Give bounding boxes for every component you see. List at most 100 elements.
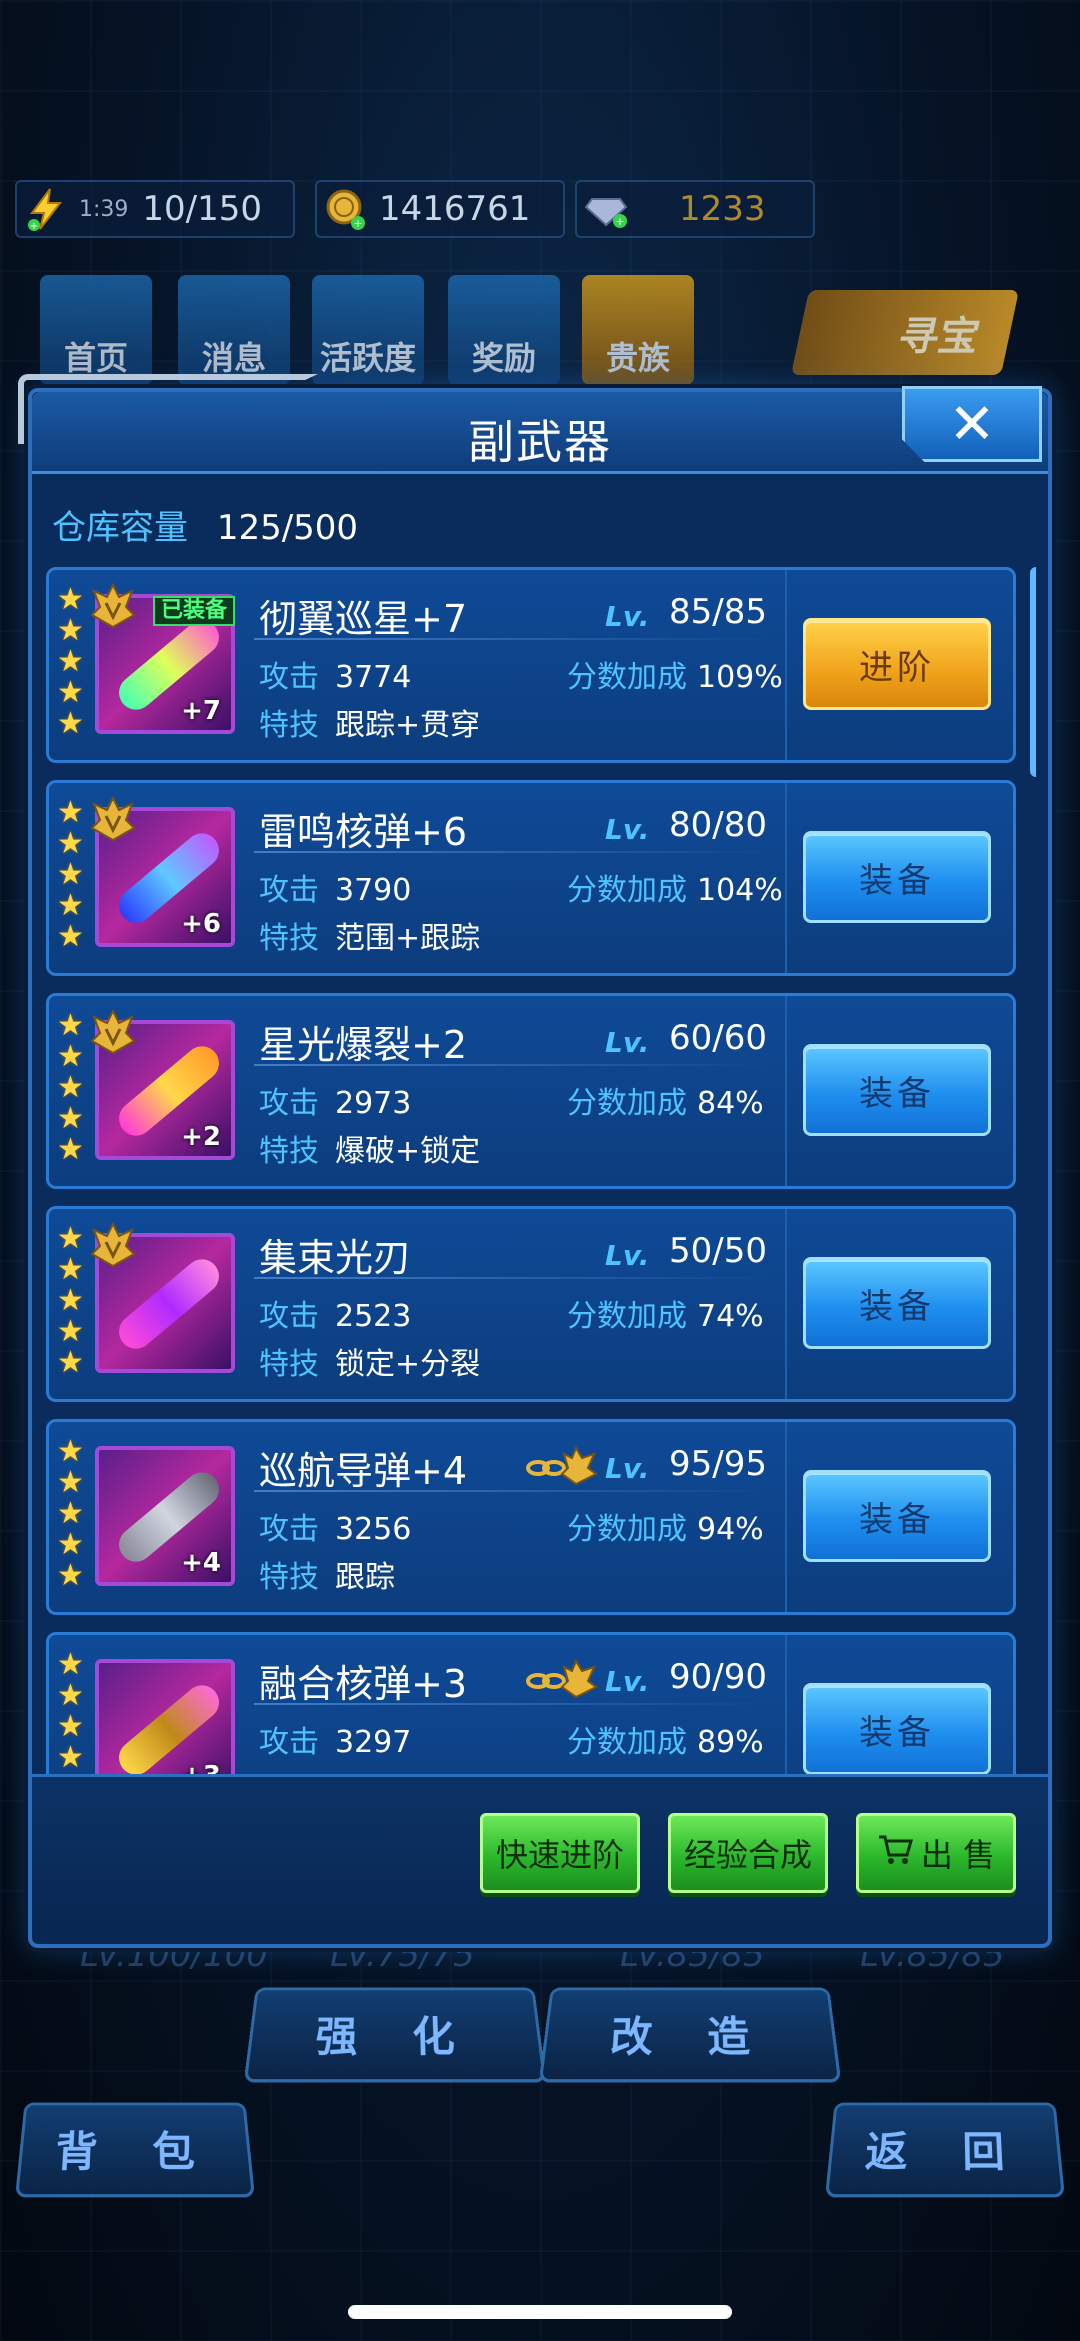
equip-button[interactable]: 装备 bbox=[803, 831, 991, 923]
nav-rewards[interactable]: 奖励 bbox=[448, 275, 560, 385]
weapon-item[interactable]: ★★★★★ +3 融合核弹+3 Lv. 90/90 攻击 3297 分数加成 89% bbox=[46, 1632, 1016, 1775]
top-nav: 首页 消息 活跃度 奖励 贵族 寻宝 bbox=[40, 275, 1040, 385]
nav-noble[interactable]: 贵族 bbox=[582, 275, 694, 385]
bonus-value: 109% bbox=[697, 660, 783, 695]
equip-button[interactable]: 装备 bbox=[803, 1257, 991, 1349]
quick-upgrade-label: 快速进阶 bbox=[495, 1836, 624, 1874]
star-rating: ★★★★★ bbox=[57, 797, 91, 952]
weapon-name: 巡航导弹+4 bbox=[259, 1449, 468, 1493]
skill-label: 特技 bbox=[259, 1134, 319, 1169]
bonus-row: 分数加成 89% bbox=[567, 1717, 764, 1761]
item-action-area: 进阶 bbox=[785, 570, 1013, 760]
weapon-name: 集束光刃 bbox=[259, 1236, 412, 1280]
enhance-level: +4 bbox=[181, 1548, 221, 1578]
sell-button[interactable]: 出 售 bbox=[856, 1813, 1016, 1893]
star-icon: ★ bbox=[57, 1678, 84, 1713]
bonus-row: 分数加成 94% bbox=[567, 1504, 764, 1548]
name-divider bbox=[254, 638, 774, 640]
weapon-item[interactable]: ★ ★ ★ ★ ★ +4 巡航导弹+4 Lv. 95/95 攻击 3256 分数加成 94% bbox=[46, 1419, 1016, 1615]
equip-button[interactable]: 装备 bbox=[803, 1470, 991, 1562]
attack-value: 3256 bbox=[335, 1512, 412, 1547]
nav-activity[interactable]: 活跃度 bbox=[312, 275, 424, 385]
attack-label: 攻击 bbox=[259, 1725, 319, 1760]
attack-label: 攻击 bbox=[259, 873, 319, 908]
star-icon: ★ bbox=[57, 1345, 84, 1380]
skill-label: 特技 bbox=[259, 1347, 319, 1382]
list-scrollbar[interactable] bbox=[1030, 567, 1036, 777]
modify-button[interactable]: 改 造 bbox=[538, 1987, 842, 2083]
skill-value: 跟踪 bbox=[335, 1560, 395, 1595]
attack-label: 攻击 bbox=[259, 1299, 319, 1334]
gold-counter[interactable]: + 1416761 bbox=[315, 180, 565, 238]
star-icon: ★ bbox=[57, 1221, 84, 1256]
crest-icon bbox=[87, 1219, 139, 1271]
storage-capacity: 仓库容量 125/500 bbox=[52, 500, 358, 549]
bonus-label: 分数加成 bbox=[567, 660, 687, 695]
equip-button[interactable]: 装备 bbox=[803, 1683, 991, 1775]
exp-merge-button[interactable]: 经验合成 bbox=[668, 1813, 828, 1893]
attack-row: 攻击 3256 bbox=[259, 1504, 411, 1548]
quick-upgrade-button[interactable]: 快速进阶 bbox=[480, 1813, 640, 1893]
bonus-label: 分数加成 bbox=[567, 1086, 687, 1121]
attack-value: 2973 bbox=[335, 1086, 412, 1121]
weapon-item[interactable]: ★ ★ ★ ★ ★ 集束光刃 Lv. 50/50 攻击 2523 分数加成 74% 特技 锁定 bbox=[46, 1206, 1016, 1402]
star-rating: ★★★★★ bbox=[57, 1649, 91, 1775]
star-icon: ★ bbox=[57, 1558, 84, 1593]
star-icon: ★ bbox=[57, 1070, 84, 1105]
weapon-list[interactable]: ★★★★★ +3 融合核弹+3 Lv. 90/90 攻击3297 分数加成89% bbox=[46, 567, 1036, 1775]
weapon-item[interactable]: ★ ★ ★ ★ ★ +6 雷鸣核弹+6 Lv. 80/80 攻击 3790 分数加成 104… bbox=[46, 780, 1016, 976]
item-action-area: 装备 bbox=[785, 1635, 1013, 1775]
skill-label: 特技 bbox=[259, 1560, 319, 1595]
star-icon: ★ bbox=[57, 888, 84, 923]
treasure-button[interactable]: 寻宝 bbox=[790, 290, 1020, 375]
close-icon: ✕ bbox=[948, 391, 996, 457]
bag-button[interactable]: 背 包 bbox=[14, 2102, 256, 2198]
weapon-item[interactable]: ★ ★ ★ ★ ★ +2 星光爆裂+2 Lv. 60/60 攻击 2973 分数加成 84% bbox=[46, 993, 1016, 1189]
bonus-value: 84% bbox=[697, 1086, 764, 1121]
nav-messages[interactable]: 消息 bbox=[178, 275, 290, 385]
star-icon: ★ bbox=[57, 1434, 84, 1469]
diamond-counter[interactable]: + 1233 bbox=[575, 180, 815, 238]
star-icon: ★ bbox=[57, 1008, 84, 1043]
treasure-label: 寻宝 bbox=[894, 313, 985, 360]
star-icon: ★ bbox=[57, 1132, 84, 1167]
energy-counter[interactable]: + 1:39 10/150 bbox=[15, 180, 295, 238]
star-rating: ★★★★★ bbox=[57, 1010, 91, 1165]
attack-value: 2523 bbox=[335, 1299, 412, 1334]
name-divider bbox=[254, 1703, 774, 1705]
upgrade-button[interactable]: 进阶 bbox=[803, 618, 991, 710]
skill-value: 爆破+锁定 bbox=[335, 1134, 481, 1169]
skill-row: 特技 跟踪+贯穿 bbox=[259, 700, 480, 744]
bonus-row: 分数加成 109% bbox=[567, 652, 783, 696]
enhance-button[interactable]: 强 化 bbox=[243, 1987, 547, 2083]
skill-value: 范围+跟踪 bbox=[335, 921, 481, 956]
level-label: Lv. bbox=[605, 600, 650, 633]
star-rating: ★★★★★ bbox=[57, 1223, 91, 1378]
star-rating: ★★★★★ bbox=[57, 584, 91, 739]
item-action-area: 装备 bbox=[785, 1209, 1013, 1399]
skill-row: 特技 范围+跟踪 bbox=[259, 913, 480, 957]
attack-label: 攻击 bbox=[259, 1086, 319, 1121]
sell-label: 出 售 bbox=[920, 1836, 996, 1874]
nav-home[interactable]: 首页 bbox=[40, 275, 152, 385]
skill-value: 跟踪+贯穿 bbox=[335, 708, 481, 743]
weapon-item[interactable]: ★ ★ ★ ★ ★ +7 已装备 彻翼巡星+7 Lv. 85/85 攻击 3774 分数加… bbox=[46, 567, 1016, 763]
weapon-name: 雷鸣核弹+6 bbox=[259, 810, 468, 854]
enhance-level: +3 bbox=[181, 1761, 221, 1775]
attack-label: 攻击 bbox=[259, 1512, 319, 1547]
enhance-level: +7 bbox=[181, 696, 221, 726]
back-button[interactable]: 返 回 bbox=[824, 2102, 1066, 2198]
link-icon bbox=[524, 1655, 604, 1701]
star-icon: ★ bbox=[57, 1709, 84, 1744]
weapon-name: 融合核弹+3 bbox=[259, 1662, 468, 1706]
crest-icon bbox=[87, 1006, 139, 1058]
energy-timer: 1:39 bbox=[79, 196, 129, 222]
skill-label: 特技 bbox=[259, 921, 319, 956]
weapon-level: 90/90 bbox=[669, 1657, 767, 1697]
star-icon: ★ bbox=[57, 919, 84, 954]
attack-value: 3774 bbox=[335, 660, 412, 695]
star-rating: ★★★★★ bbox=[57, 1436, 91, 1591]
equip-button[interactable]: 装备 bbox=[803, 1044, 991, 1136]
close-button[interactable]: ✕ bbox=[902, 386, 1042, 462]
attack-row: 攻击 2973 bbox=[259, 1078, 411, 1122]
